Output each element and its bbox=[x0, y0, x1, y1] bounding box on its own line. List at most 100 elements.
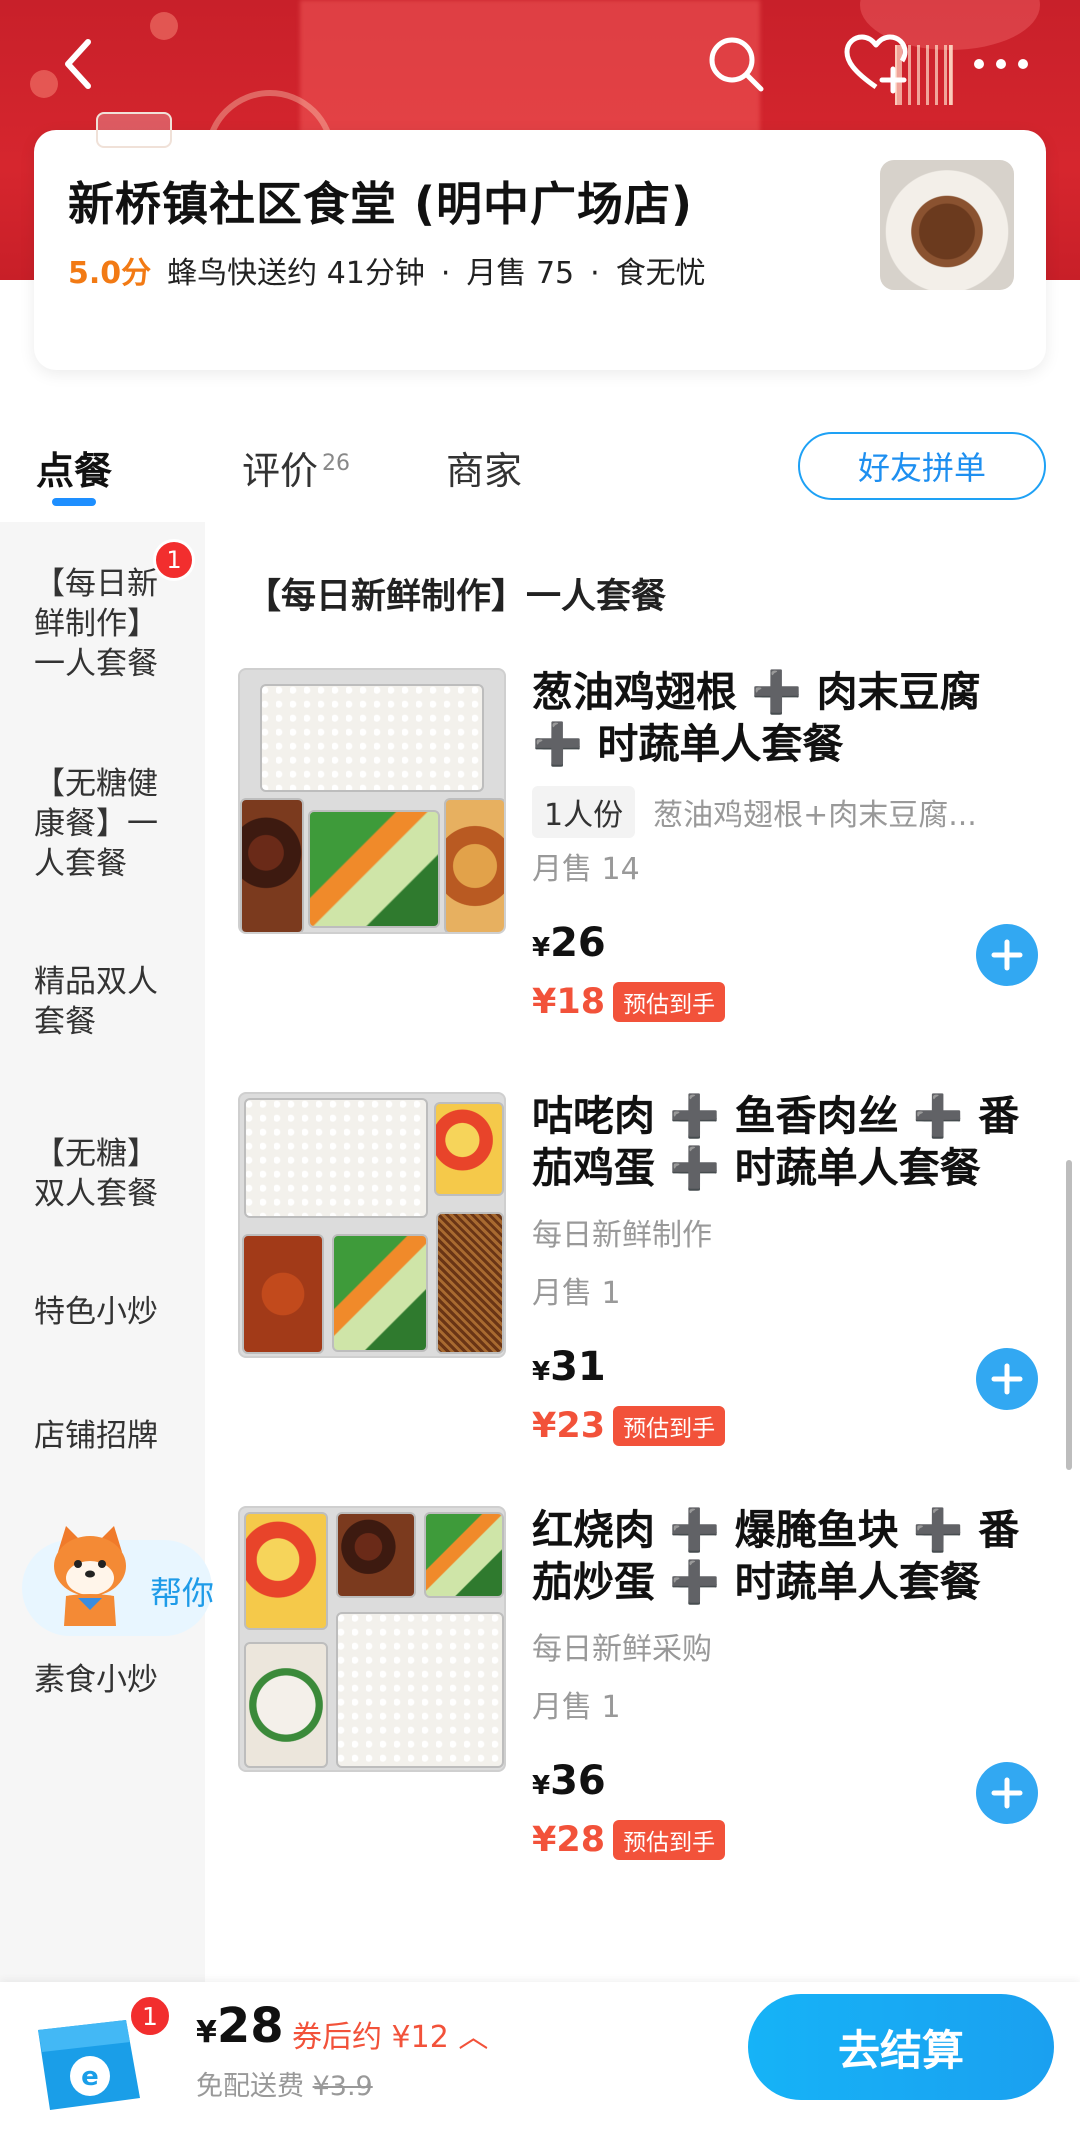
estimated-price-badge: 预估到手 bbox=[613, 1820, 726, 1860]
estimated-price-value: ¥28 bbox=[532, 1820, 606, 1860]
category-count-badge: 1 bbox=[153, 539, 195, 581]
price-value: 26 bbox=[550, 920, 606, 966]
shop-info-card[interactable]: 新桥镇社区食堂 (明中广场店) 5.0分 蜂鸟快送约 41分钟 · 月售 75 … bbox=[34, 112, 1046, 370]
shop-logo-image[interactable] bbox=[880, 160, 1014, 290]
original-delivery-fee: ¥3.9 bbox=[312, 2071, 373, 2102]
section-title: 【每日新鲜制作】一人套餐 bbox=[246, 577, 667, 617]
rice-compartment bbox=[336, 1612, 504, 1768]
shredded-pork-compartment bbox=[436, 1212, 504, 1354]
currency-symbol: ¥ bbox=[196, 2015, 217, 2050]
heart-plus-icon bbox=[844, 34, 908, 94]
delivery-time: 蜂鸟快送约 41分钟 bbox=[167, 256, 425, 291]
add-to-cart-button[interactable] bbox=[976, 1348, 1038, 1410]
dish-item[interactable]: 葱油鸡翅根 ➕ 肉末豆腐 ➕ 时蔬单人套餐 1人份 葱油鸡翅根+肉末豆腐... … bbox=[238, 668, 1068, 1068]
category-sidebar: 【每日新 鲜制作】 一人套餐 1 【无糖健 康餐】一 人套餐 精品双人 套餐 【… bbox=[0, 522, 205, 1982]
coupon-price[interactable]: 券后约 ¥12 ︿ bbox=[292, 2012, 488, 2056]
dish-description: 每日新鲜制作 bbox=[532, 1218, 712, 1253]
search-icon bbox=[709, 37, 764, 92]
dish-item[interactable]: 红烧肉 ➕ 爆腌鱼块 ➕ 番茄炒蛋 ➕ 时蔬单人套餐 每日新鲜采购 月售 1 ¥… bbox=[238, 1506, 1068, 1906]
dish-price: ¥36 bbox=[532, 1758, 606, 1804]
favorite-button[interactable] bbox=[840, 28, 912, 100]
review-count: 26 bbox=[322, 451, 351, 476]
dish-description: 葱油鸡翅根+肉末豆腐... bbox=[653, 798, 977, 833]
sidebar-item-special-stirfry[interactable]: 特色小炒 bbox=[34, 1292, 194, 1332]
sidebar-item-signature[interactable]: 店铺招牌 bbox=[34, 1416, 194, 1456]
cart-count-badge: 1 bbox=[128, 1994, 172, 2038]
cart-total: ¥28 bbox=[196, 1998, 284, 2054]
vegetable-compartment bbox=[424, 1512, 504, 1598]
shop-name: 新桥镇社区食堂 (明中广场店) bbox=[68, 177, 694, 231]
estimated-price: ¥23 预估到手 bbox=[532, 1406, 726, 1446]
vegetable-compartment bbox=[308, 810, 440, 928]
monthly-sales: 月售 75 bbox=[466, 256, 575, 291]
egg-compartment bbox=[434, 1102, 504, 1196]
rice-compartment bbox=[244, 1098, 428, 1218]
back-arrow-icon bbox=[65, 39, 91, 89]
delivery-fee: 免配送费 ¥3.9 bbox=[196, 2064, 373, 2103]
estimated-price-value: ¥18 bbox=[532, 982, 606, 1022]
dish-tag-row: 1人份 葱油鸡翅根+肉末豆腐... bbox=[532, 786, 977, 838]
sidebar-item-sugarfree-single[interactable]: 【无糖健 康餐】一 人套餐 bbox=[34, 764, 194, 884]
estimated-price-value: ¥23 bbox=[532, 1406, 606, 1446]
estimated-price: ¥28 预估到手 bbox=[532, 1820, 726, 1860]
cart-total-value: 28 bbox=[216, 1998, 284, 2054]
add-to-cart-button[interactable] bbox=[976, 924, 1038, 986]
dish-image[interactable] bbox=[238, 668, 506, 934]
sidebar-item-premium-double[interactable]: 精品双人 套餐 bbox=[34, 962, 194, 1042]
sidebar-item-sugarfree-double[interactable]: 【无糖】 双人套餐 bbox=[34, 1134, 194, 1214]
active-tab-indicator bbox=[52, 498, 96, 506]
more-button[interactable] bbox=[965, 28, 1037, 100]
portion-tag: 1人份 bbox=[532, 786, 636, 838]
dish-name: 葱油鸡翅根 ➕ 肉末豆腐 ➕ 时蔬单人套餐 bbox=[532, 668, 981, 768]
dish-price: ¥26 bbox=[532, 920, 606, 966]
dish-monthly-sales: 月售 1 bbox=[532, 1690, 621, 1725]
plus-icon bbox=[991, 1777, 1023, 1809]
back-button[interactable] bbox=[42, 28, 114, 100]
separator: · bbox=[590, 256, 600, 291]
estimated-price: ¥18 预估到手 bbox=[532, 982, 726, 1022]
dish-monthly-sales: 月售 1 bbox=[532, 1276, 621, 1311]
estimated-price-badge: 预估到手 bbox=[613, 982, 726, 1022]
shop-meta: 5.0分 蜂鸟快送约 41分钟 · 月售 75 · 食无忧 bbox=[68, 248, 706, 292]
currency-symbol: ¥ bbox=[532, 1771, 551, 1801]
search-button[interactable] bbox=[700, 28, 772, 100]
fish-compartment bbox=[244, 1642, 328, 1768]
dish-item[interactable]: 咕咾肉 ➕ 鱼香肉丝 ➕ 番茄鸡蛋 ➕ 时蔬单人套餐 每日新鲜制作 月售 1 ¥… bbox=[238, 1092, 1068, 1492]
separator: · bbox=[440, 256, 451, 291]
plus-icon bbox=[991, 939, 1023, 971]
scrollbar[interactable] bbox=[1066, 1160, 1072, 1470]
braised-pork-compartment bbox=[336, 1512, 416, 1598]
currency-symbol: ¥ bbox=[532, 933, 551, 963]
friend-group-order-button[interactable]: 好友拼单 bbox=[798, 432, 1046, 500]
dish-image[interactable] bbox=[238, 1506, 506, 1772]
tab-review[interactable]: 评价 26 bbox=[242, 440, 350, 495]
food-safety-tag: 食无忧 bbox=[615, 256, 706, 291]
delivery-free-label: 免配送费 bbox=[196, 2071, 304, 2102]
egg-compartment bbox=[244, 1512, 328, 1630]
dish-name: 红烧肉 ➕ 爆腌鱼块 ➕ 番茄炒蛋 ➕ 时蔬单人套餐 bbox=[532, 1506, 1020, 1606]
dish-description: 每日新鲜采购 bbox=[532, 1632, 712, 1667]
plus-icon bbox=[991, 1363, 1023, 1395]
estimated-price-badge: 预估到手 bbox=[613, 1406, 726, 1446]
shop-score: 5.0分 bbox=[68, 256, 152, 291]
dish-monthly-sales: 月售 14 bbox=[532, 852, 640, 887]
dish-image[interactable] bbox=[238, 1092, 506, 1358]
tab-merchant[interactable]: 商家 bbox=[446, 440, 522, 495]
banner-decoration bbox=[300, 0, 760, 140]
pork-compartment bbox=[242, 1234, 324, 1354]
dish-name: 咕咾肉 ➕ 鱼香肉丝 ➕ 番茄鸡蛋 ➕ 时蔬单人套餐 bbox=[532, 1092, 1020, 1192]
sidebar-item-daily-single[interactable]: 【每日新 鲜制作】 一人套餐 bbox=[34, 564, 194, 684]
assistant-label[interactable]: 帮你 bbox=[150, 1568, 214, 1614]
price-value: 36 bbox=[550, 1758, 606, 1804]
dish-price: ¥31 bbox=[532, 1344, 606, 1390]
tab-bar: 点餐 评价 26 商家 好友拼单 bbox=[0, 420, 1080, 520]
sidebar-item-vegetarian[interactable]: 素食小炒 bbox=[34, 1660, 194, 1700]
checkout-button[interactable]: 去结算 bbox=[748, 1994, 1054, 2100]
price-value: 31 bbox=[550, 1344, 606, 1390]
tab-order[interactable]: 点餐 bbox=[36, 440, 112, 495]
tofu-compartment bbox=[444, 798, 504, 932]
shop-brand-tag bbox=[96, 112, 172, 148]
shiba-dog-mascot-icon[interactable] bbox=[44, 1522, 136, 1630]
add-to-cart-button[interactable] bbox=[976, 1762, 1038, 1824]
rice-compartment bbox=[260, 684, 484, 792]
